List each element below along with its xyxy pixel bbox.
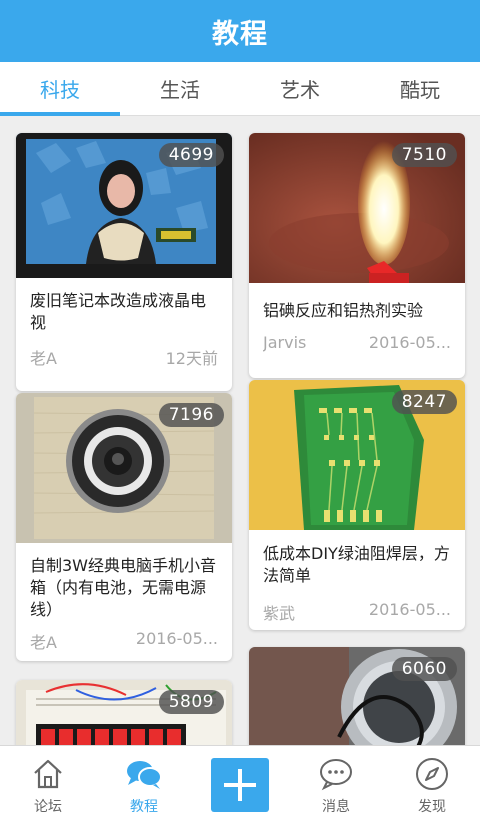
create-button[interactable] xyxy=(211,758,269,812)
tab-art[interactable]: 艺术 xyxy=(240,62,360,115)
compass-icon xyxy=(413,755,451,793)
home-icon xyxy=(29,755,67,793)
card-title: 自制3W经典电脑手机小音箱（内有电池，无需电源线） xyxy=(30,556,217,619)
card-thumbnail: 7196 xyxy=(16,393,232,543)
tutorial-card[interactable]: 8247 低成本DIY绿油阻焊层，方法简单 紫武 2016-05... xyxy=(249,380,465,630)
tutorial-feed[interactable]: 4699 废旧笔记本改造成液晶电视 老A 12天前 7510 铝碘反应和铝热剂实… xyxy=(0,117,480,745)
nav-label: 论坛 xyxy=(34,799,62,815)
nav-forum[interactable]: 论坛 xyxy=(0,746,96,819)
card-meta: 老A 2016-05... xyxy=(30,629,218,653)
nav-create[interactable] xyxy=(192,746,288,819)
tutorial-card[interactable]: 5809 xyxy=(16,680,232,745)
chat-bubbles-icon xyxy=(125,755,163,793)
nav-label: 消息 xyxy=(322,799,350,815)
card-author: Jarvis xyxy=(263,333,307,352)
tutorial-card[interactable]: 4699 废旧笔记本改造成液晶电视 老A 12天前 xyxy=(16,133,232,391)
nav-discover[interactable]: 发现 xyxy=(384,746,480,819)
app-header: 教程 xyxy=(0,0,480,62)
card-thumbnail: 5809 xyxy=(16,680,232,745)
message-icon xyxy=(317,755,355,793)
card-title: 低成本DIY绿油阻焊层，方法简单 xyxy=(263,544,450,585)
tutorial-card[interactable]: 7196 自制3W经典电脑手机小音箱（内有电池，无需电源线） 老A 2016-0… xyxy=(16,393,232,661)
tab-cool[interactable]: 酷玩 xyxy=(360,62,480,115)
card-thumbnail: 7510 xyxy=(249,133,465,283)
nav-label: 教程 xyxy=(130,799,158,815)
card-thumbnail: 8247 xyxy=(249,380,465,530)
nav-label: 发现 xyxy=(418,799,446,815)
card-author: 老A xyxy=(30,633,57,652)
category-tabs: 科技 生活 艺术 酷玩 xyxy=(0,62,480,116)
card-thumbnail: 4699 xyxy=(16,133,232,278)
tab-life[interactable]: 生活 xyxy=(120,62,240,115)
page-title: 教程 xyxy=(212,18,268,50)
card-meta: 老A 12天前 xyxy=(30,345,218,369)
card-title: 废旧笔记本改造成液晶电视 xyxy=(30,291,207,332)
nav-message[interactable]: 消息 xyxy=(288,746,384,819)
card-date: 2016-05... xyxy=(135,629,218,648)
card-date: 2016-05... xyxy=(368,333,451,352)
view-count-badge: 4699 xyxy=(158,143,224,167)
card-thumbnail: 6060 xyxy=(249,647,465,745)
card-date: 2016-05... xyxy=(368,600,451,619)
bottom-nav: 论坛 教程 消息 发现 xyxy=(0,745,480,819)
view-count-badge: 6060 xyxy=(391,657,457,681)
tutorial-card[interactable]: 6060 xyxy=(249,647,465,745)
card-title: 铝碘反应和铝热剂实验 xyxy=(263,301,424,320)
tutorial-card[interactable]: 7510 铝碘反应和铝热剂实验 Jarvis 2016-05... xyxy=(249,133,465,378)
card-meta: 紫武 2016-05... xyxy=(263,600,451,624)
card-date: 12天前 xyxy=(165,349,218,368)
view-count-badge: 7196 xyxy=(158,403,224,427)
nav-tutorial[interactable]: 教程 xyxy=(96,746,192,819)
card-meta: Jarvis 2016-05... xyxy=(263,333,451,352)
tab-tech[interactable]: 科技 xyxy=(0,62,120,116)
plus-icon xyxy=(224,769,256,801)
card-author: 老A xyxy=(30,349,57,368)
view-count-badge: 8247 xyxy=(391,390,457,414)
view-count-badge: 5809 xyxy=(158,690,224,714)
card-author: 紫武 xyxy=(263,604,296,623)
view-count-badge: 7510 xyxy=(391,143,457,167)
